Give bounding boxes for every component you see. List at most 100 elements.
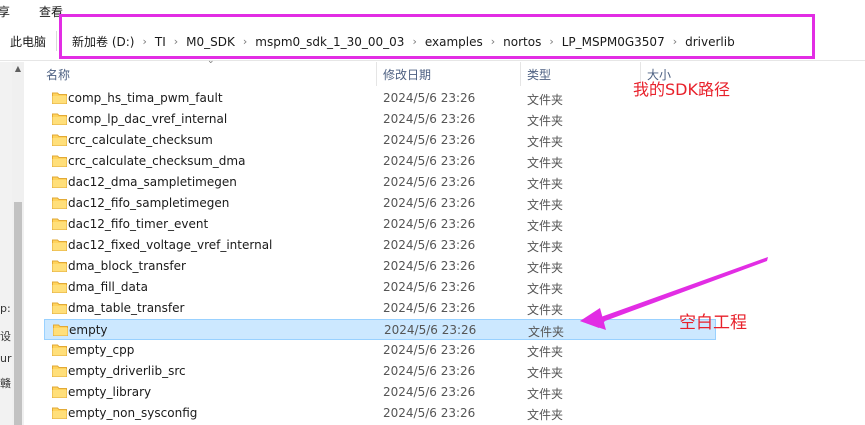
file-row[interactable]: crc_calculate_checksum_dma 2024/5/6 23:26… bbox=[44, 151, 716, 172]
file-modified: 2024/5/6 23:26 bbox=[383, 217, 476, 231]
file-modified: 2024/5/6 23:26 bbox=[383, 406, 476, 420]
menu-share[interactable]: 享 bbox=[0, 3, 10, 20]
file-name: crc_calculate_checksum_dma bbox=[68, 154, 246, 168]
annotation-empty-project: 空白工程 bbox=[679, 313, 747, 333]
nav-fragment: 赣 bbox=[0, 377, 11, 390]
file-name: empty_cpp bbox=[68, 343, 135, 357]
file-row[interactable]: dma_table_transfer 2024/5/6 23:26 文件夹 bbox=[44, 298, 716, 319]
address-root-this-pc[interactable]: 此电脑 bbox=[10, 33, 46, 50]
file-type: 文件夹 bbox=[527, 198, 564, 212]
file-row[interactable]: dac12_dma_sampletimegen 2024/5/6 23:26 文件夹 bbox=[44, 172, 716, 193]
navigation-pane-edge: p: 设 ur 赣 bbox=[0, 62, 12, 425]
column-divider[interactable] bbox=[520, 62, 521, 86]
file-name: dma_block_transfer bbox=[68, 259, 186, 273]
file-type: 文件夹 bbox=[527, 345, 564, 359]
nav-fragment: 设 bbox=[0, 330, 11, 343]
file-name: dma_table_transfer bbox=[68, 301, 185, 315]
folder-icon bbox=[52, 260, 67, 272]
file-type: 文件夹 bbox=[527, 177, 564, 191]
folder-icon bbox=[52, 281, 67, 293]
path-highlight-box bbox=[59, 14, 815, 59]
file-name: empty_non_sysconfig bbox=[68, 406, 198, 420]
file-modified: 2024/5/6 23:26 bbox=[384, 323, 477, 337]
file-modified: 2024/5/6 23:26 bbox=[383, 259, 476, 273]
file-type: 文件夹 bbox=[527, 219, 564, 233]
file-row[interactable]: dma_fill_data 2024/5/6 23:26 文件夹 bbox=[44, 277, 716, 298]
folder-icon bbox=[52, 134, 67, 146]
file-row[interactable]: comp_lp_dac_vref_internal 2024/5/6 23:26 文… bbox=[44, 109, 716, 130]
sort-caret-icon: ⌄ bbox=[207, 56, 215, 66]
column-header-modified[interactable]: 修改日期 bbox=[383, 66, 431, 83]
nav-fragment: p: bbox=[0, 302, 11, 315]
column-header-type[interactable]: 类型 bbox=[527, 66, 551, 83]
file-type: 文件夹 bbox=[527, 93, 564, 107]
file-row[interactable]: dac12_fixed_voltage_vref_internal 2024/5/… bbox=[44, 235, 716, 256]
file-type: 文件夹 bbox=[527, 303, 564, 317]
file-modified: 2024/5/6 23:26 bbox=[383, 175, 476, 189]
file-row[interactable]: empty_cpp 2024/5/6 23:26 文件夹 bbox=[44, 340, 716, 361]
scroll-up-arrow-icon[interactable]: ▲ bbox=[12, 64, 24, 73]
annotation-sdk-path: 我的SDK路径 bbox=[633, 80, 730, 99]
nav-scrollbar[interactable]: ▲ bbox=[12, 62, 24, 425]
folder-icon bbox=[52, 176, 67, 188]
folder-icon bbox=[52, 92, 67, 104]
file-type: 文件夹 bbox=[527, 114, 564, 128]
file-name: comp_lp_dac_vref_internal bbox=[68, 112, 228, 126]
folder-icon bbox=[52, 386, 67, 398]
folder-icon bbox=[52, 365, 67, 377]
folder-icon bbox=[52, 302, 67, 314]
file-name: dac12_dma_sampletimegen bbox=[68, 175, 237, 189]
nav-fragment: ur bbox=[0, 352, 12, 365]
file-modified: 2024/5/6 23:26 bbox=[383, 238, 476, 252]
column-header-row: ⌄ 名称 修改日期 类型 大小 bbox=[24, 56, 865, 86]
address-divider bbox=[56, 31, 57, 51]
file-row[interactable]: comp_hs_tima_pwm_fault 2024/5/6 23:26 文件夹 bbox=[44, 88, 716, 109]
file-name: dac12_fifo_sampletimegen bbox=[68, 196, 230, 210]
scroll-thumb[interactable] bbox=[14, 202, 22, 425]
file-name: empty_driverlib_src bbox=[68, 364, 186, 378]
file-name: empty_library bbox=[68, 385, 152, 399]
folder-icon bbox=[52, 344, 67, 356]
file-row[interactable]: empty_non_sysconfig 2024/5/6 23:26 文件夹 bbox=[44, 403, 716, 424]
file-type: 文件夹 bbox=[527, 366, 564, 380]
file-row-selected[interactable]: empty 2024/5/6 23:26 文件夹 bbox=[44, 319, 716, 340]
file-type: 文件夹 bbox=[528, 325, 565, 339]
file-modified: 2024/5/6 23:26 bbox=[383, 343, 476, 357]
folder-icon bbox=[52, 218, 67, 230]
column-header-name[interactable]: 名称 bbox=[46, 66, 70, 83]
file-modified: 2024/5/6 23:26 bbox=[383, 154, 476, 168]
column-divider[interactable] bbox=[376, 62, 377, 86]
file-modified: 2024/5/6 23:26 bbox=[383, 133, 476, 147]
file-modified: 2024/5/6 23:26 bbox=[383, 364, 476, 378]
file-name: dac12_fifo_timer_event bbox=[68, 217, 209, 231]
file-row[interactable]: dac12_fifo_timer_event 2024/5/6 23:26 文件夹 bbox=[44, 214, 716, 235]
file-type: 文件夹 bbox=[527, 240, 564, 254]
file-modified: 2024/5/6 23:26 bbox=[383, 385, 476, 399]
folder-icon bbox=[52, 155, 67, 167]
file-type: 文件夹 bbox=[527, 135, 564, 149]
file-type: 文件夹 bbox=[527, 387, 564, 401]
file-type: 文件夹 bbox=[527, 261, 564, 275]
file-name: empty bbox=[69, 323, 108, 337]
folder-icon bbox=[53, 324, 68, 336]
file-name: crc_calculate_checksum bbox=[68, 133, 213, 147]
file-modified: 2024/5/6 23:26 bbox=[383, 280, 476, 294]
file-type: 文件夹 bbox=[527, 408, 564, 422]
file-modified: 2024/5/6 23:26 bbox=[383, 301, 476, 315]
file-row[interactable]: dma_block_transfer 2024/5/6 23:26 文件夹 bbox=[44, 256, 716, 277]
file-name: comp_hs_tima_pwm_fault bbox=[68, 91, 223, 105]
file-type: 文件夹 bbox=[527, 156, 564, 170]
file-row[interactable]: empty_driverlib_src 2024/5/6 23:26 文件夹 bbox=[44, 361, 716, 382]
file-row[interactable]: empty_library 2024/5/6 23:26 文件夹 bbox=[44, 382, 716, 403]
file-modified: 2024/5/6 23:26 bbox=[383, 112, 476, 126]
file-row[interactable]: crc_calculate_checksum 2024/5/6 23:26 文件夹 bbox=[44, 130, 716, 151]
file-row[interactable]: dac12_fifo_sampletimegen 2024/5/6 23:26 文件… bbox=[44, 193, 716, 214]
folder-icon bbox=[52, 113, 67, 125]
file-modified: 2024/5/6 23:26 bbox=[383, 91, 476, 105]
file-modified: 2024/5/6 23:26 bbox=[383, 196, 476, 210]
file-name: dma_fill_data bbox=[68, 280, 148, 294]
file-type: 文件夹 bbox=[527, 282, 564, 296]
folder-icon bbox=[52, 239, 67, 251]
file-name: dac12_fixed_voltage_vref_internal bbox=[68, 238, 273, 252]
folder-icon bbox=[52, 197, 67, 209]
